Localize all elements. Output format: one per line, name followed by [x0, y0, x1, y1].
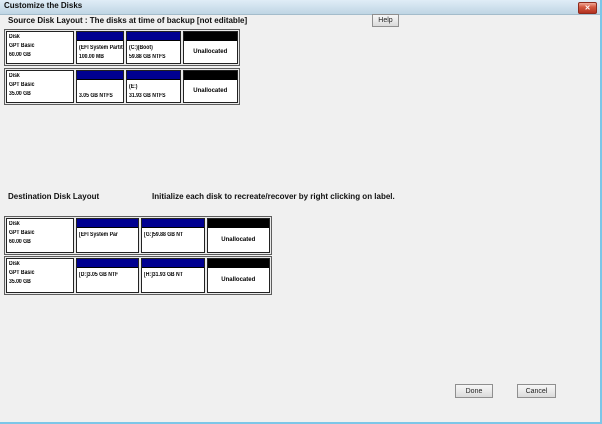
source-disk1-partition-c-boot: (C:)(Boot) 59.88 GB NTFS — [126, 31, 181, 64]
destination-disk2-unallocated[interactable]: Unallocated — [206, 258, 270, 293]
unallocated-color-bar — [207, 219, 269, 228]
destination-disk-row-1[interactable]: Disk GPT Basic 60.00 GB [EFI System Par … — [4, 216, 272, 255]
destination-disk1-partition-efi[interactable]: [EFI System Par — [76, 218, 139, 253]
source-section-heading: Source Disk Layout : The disks at time o… — [8, 16, 248, 25]
destination-section-heading: Destination Disk Layout — [8, 192, 100, 201]
done-button[interactable]: Done — [455, 384, 493, 398]
destination-disk1-label[interactable]: Disk GPT Basic 60.00 GB — [6, 218, 75, 253]
source-disk2-partition-e: (E:) 31.93 GB NTFS — [126, 70, 181, 103]
source-disk1-unallocated: Unallocated — [182, 31, 239, 64]
partition-color-bar — [77, 71, 123, 80]
source-disk1-label: Disk GPT Basic 60.00 GB — [6, 31, 75, 64]
source-disk-row-1: Disk GPT Basic 60.00 GB (EFI System Part… — [4, 29, 240, 66]
customize-disks-dialog: Customize the Disks ✕ Source Disk Layout… — [0, 0, 602, 424]
destination-disk2-partition-d[interactable]: [D:]3.05 GB NTF — [76, 258, 139, 293]
window-title: Customize the Disks — [4, 1, 83, 10]
partition-color-bar — [127, 32, 180, 41]
unallocated-color-bar — [183, 32, 238, 41]
destination-disk1-unallocated[interactable]: Unallocated — [206, 218, 270, 253]
source-disk1-partition-efi: (EFI System Partiti 100.00 MB — [76, 31, 124, 64]
destination-disk2-label[interactable]: Disk GPT Basic 35.00 GB — [6, 258, 75, 293]
source-disk2-partition-ntfs: 3.05 GB NTFS — [76, 70, 124, 103]
title-bar: Customize the Disks ✕ — [0, 0, 600, 15]
help-button[interactable]: Help — [372, 14, 399, 27]
partition-color-bar — [77, 219, 138, 228]
partition-color-bar — [142, 219, 204, 228]
unallocated-color-bar — [183, 71, 238, 80]
destination-disk1-partition-g[interactable]: [G:]59.88 GB NT — [141, 218, 205, 253]
cancel-button[interactable]: Cancel — [517, 384, 556, 398]
destination-disk-row-2[interactable]: Disk GPT Basic 35.00 GB [D:]3.05 GB NTF … — [4, 256, 272, 295]
unallocated-color-bar — [207, 259, 269, 268]
destination-instruction: Initialize each disk to recreate/recover… — [152, 192, 395, 201]
source-disk-row-2: Disk GPT Basic 35.00 GB 3.05 GB NTFS (E:… — [4, 68, 240, 105]
partition-color-bar — [142, 259, 204, 268]
partition-color-bar — [77, 259, 138, 268]
close-icon[interactable]: ✕ — [578, 2, 597, 14]
source-disk2-label: Disk GPT Basic 35.00 GB — [6, 70, 75, 103]
partition-color-bar — [77, 32, 123, 41]
partition-color-bar — [127, 71, 180, 80]
source-disk2-unallocated: Unallocated — [182, 70, 239, 103]
destination-disk2-partition-h[interactable]: [H:]31.93 GB NT — [141, 258, 205, 293]
